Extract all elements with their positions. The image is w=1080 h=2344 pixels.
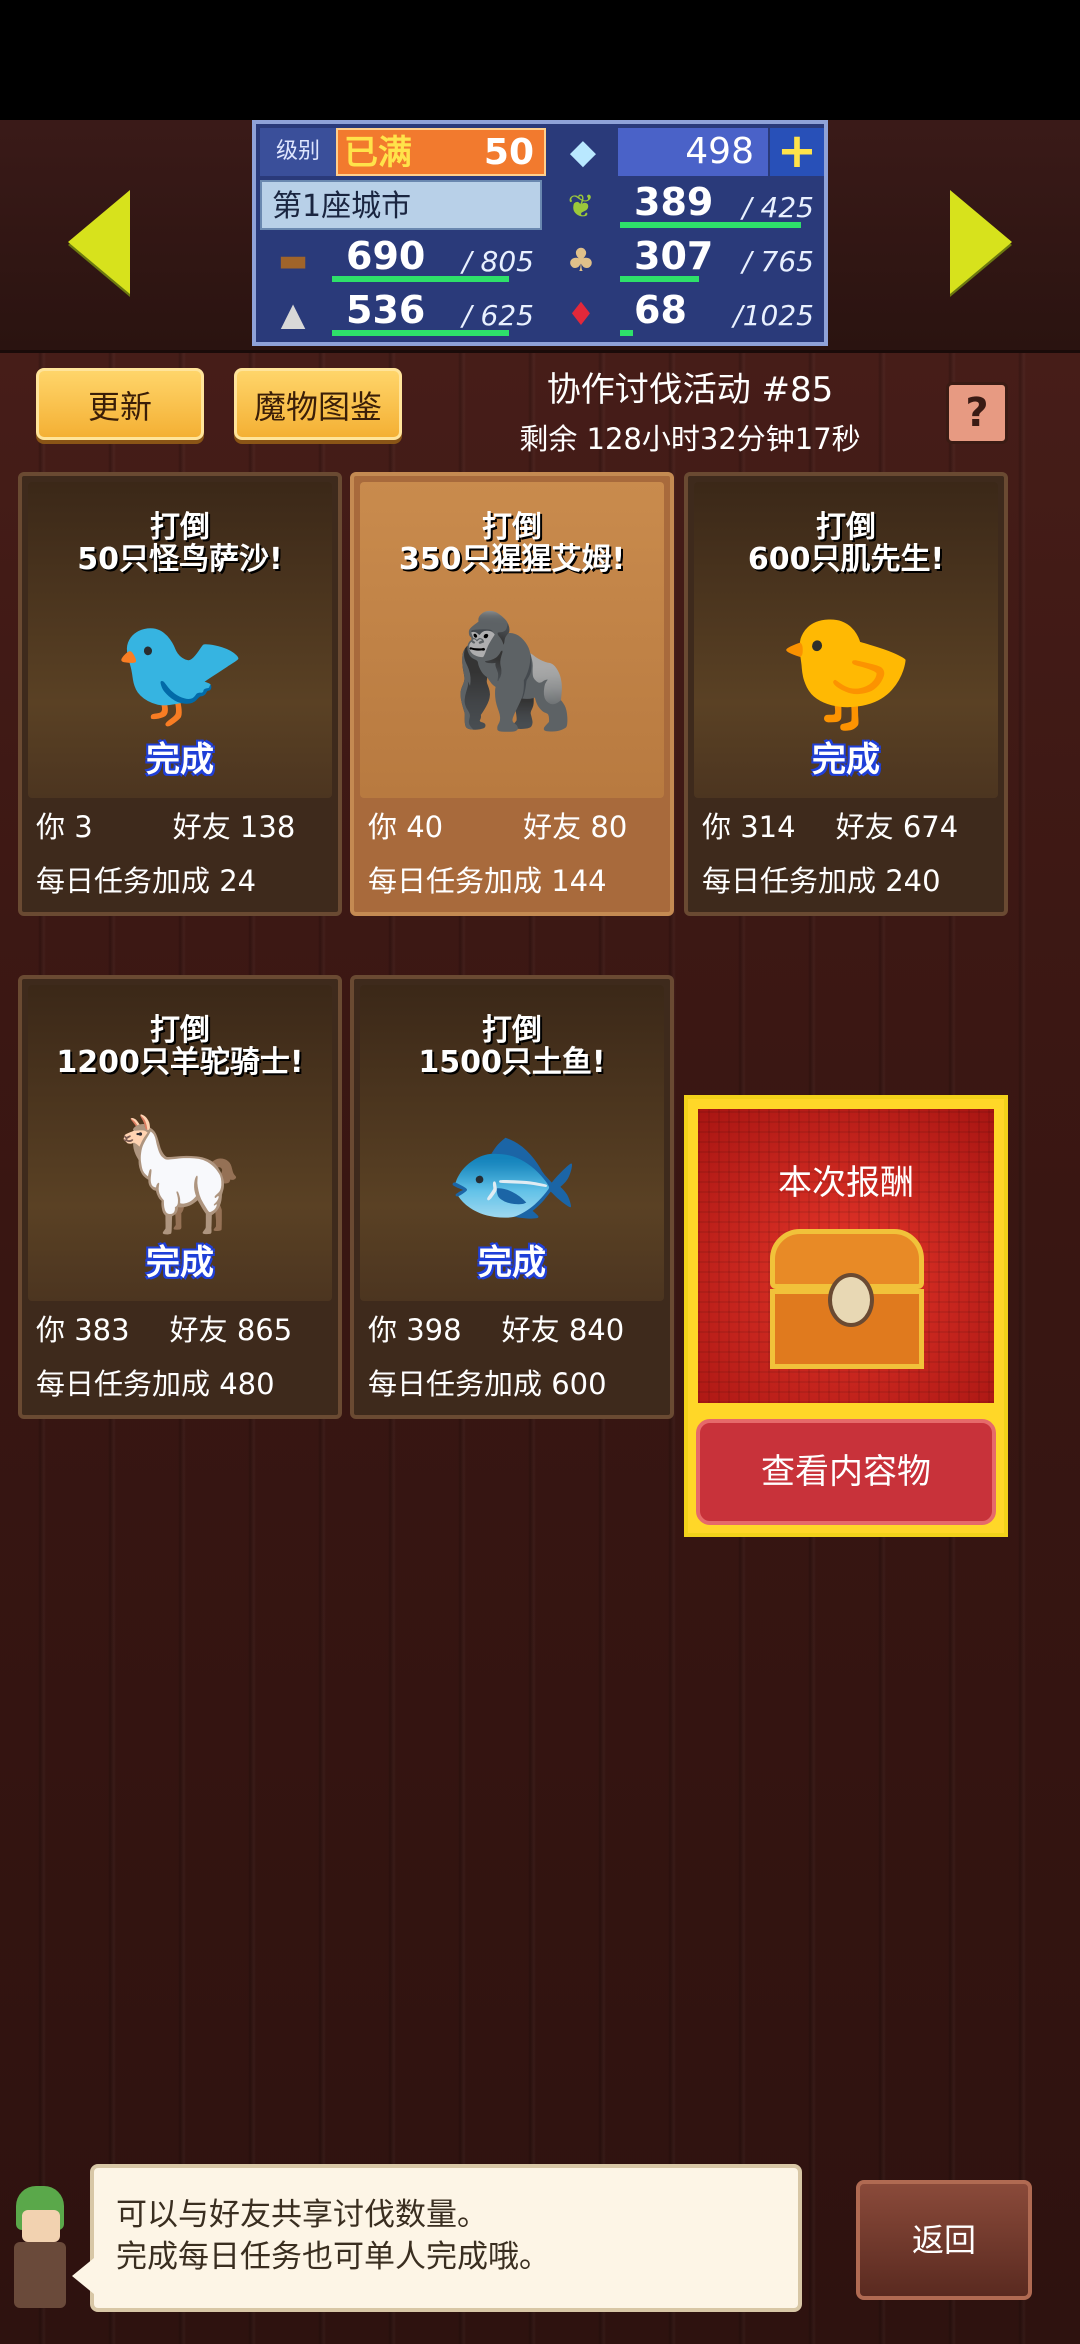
mission-card-muscle[interactable]: 打倒 600只肌先生! 🐤 完成 你 314 好友 674 每日任务加成 240 [684,472,1008,916]
event-timer: 剩余 128小时32分钟17秒 [519,422,861,456]
diamond-icon: ◆ [569,132,597,172]
daily-bonus: 每日任务加成 480 [36,1367,275,1401]
hint-line-2: 完成每日任务也可单人完成哦。 [116,2239,550,2275]
bird-monster-icon: 🐦 [111,607,249,735]
city-name: 第1座城市 [260,180,542,230]
daily-bonus: 每日任务加成 144 [368,864,607,898]
mission-title: 打倒 350只猩猩艾姆! [398,510,626,577]
kill-counts: 你 3 好友 138 [36,810,296,844]
mission-card-mudfish[interactable]: 打倒 1500只土鱼! 🐟 完成 你 398 好友 840 每日任务加成 600 [350,975,674,1419]
mission-card-bird[interactable]: 打倒 50只怪鸟萨沙! 🐦 完成 你 3 好友 138 每日任务加成 24 [18,472,342,916]
wood-progress-bar [332,276,509,282]
hint-dialog: 可以与好友共享讨伐数量。 完成每日任务也可单人完成哦。 [72,2164,802,2312]
mission-title: 打倒 600只肌先生! [747,510,945,577]
level-box: 已满 50 [336,128,546,176]
level-label: 级别 [260,128,336,176]
help-button[interactable]: ? [946,382,1008,444]
ore-icon: ▲ [280,295,306,333]
reward-card: 本次报酬 查看内容物 [684,1095,1008,1537]
bestiary-button[interactable]: 魔物图鉴 [234,368,402,440]
mission-title: 打倒 1500只土鱼! [418,1013,606,1080]
mission-card-gorilla[interactable]: 打倒 350只猩猩艾姆! 🦍 你 40 好友 80 每日任务加成 144 [350,472,674,916]
wheat-progress-bar [620,222,801,228]
food-stat: 307 / 765 [614,234,824,286]
wood-icon: ▬ [277,241,309,279]
ruby-stat: 68 /1025 [614,288,824,340]
event-title: 协作讨伐活动 #85 [546,370,834,410]
city-stats-panel: 级别 已满 50 ◆ 498 + 第1座城市 ❦ 389 / 425 ▬ 690… [252,120,828,346]
completed-label: 完成 [146,740,214,780]
back-button[interactable]: 返回 [856,2180,1032,2300]
advisor-avatar [6,2180,76,2320]
kill-counts: 你 40 好友 80 [368,810,628,844]
ruby-icon: ♦ [566,295,596,333]
game-screen: 级别 已满 50 ◆ 498 + 第1座城市 ❦ 389 / 425 ▬ 690… [0,120,1080,2344]
kill-counts: 你 383 好友 865 [36,1313,293,1347]
kill-counts: 你 398 好友 840 [368,1313,625,1347]
level-value: 50 [483,132,534,173]
muscle-monster-icon: 🐤 [777,607,915,735]
refresh-button[interactable]: 更新 [36,368,204,440]
food-progress-bar [620,276,699,282]
treasure-chest-icon [770,1229,924,1379]
completed-label: 完成 [478,1243,546,1283]
wood-stat: 690 / 805 [326,234,544,286]
wheat-stat: 389 / 425 [614,180,824,232]
daily-bonus: 每日任务加成 240 [702,864,941,898]
view-contents-button[interactable]: 查看内容物 [696,1419,996,1525]
gorilla-monster-icon: 🦍 [443,607,581,735]
mission-title: 打倒 1200只羊驼骑士! [56,1013,304,1080]
level-max-badge: 已满 [344,133,412,173]
buy-gems-button[interactable]: + [770,127,824,176]
daily-bonus: 每日任务加成 600 [368,1367,607,1401]
ore-stat: 536 / 625 [326,288,544,340]
kill-counts: 你 314 好友 674 [702,810,959,844]
previous-city-arrow-icon[interactable] [68,190,130,294]
mudfish-monster-icon: 🐟 [443,1110,581,1238]
status-bar: 级别 已满 50 ◆ 498 + 第1座城市 ❦ 389 / 425 ▬ 690… [0,120,1080,353]
food-icon: ♣ [566,241,596,279]
gem-count: 498 [618,128,768,176]
completed-label: 完成 [146,1243,214,1283]
reward-panel: 本次报酬 [698,1109,994,1403]
completed-label: 完成 [812,740,880,780]
wheat-icon: ❦ [567,187,595,225]
mission-card-alpaca-knight[interactable]: 打倒 1200只羊驼骑士! 🦙 完成 你 383 好友 865 每日任务加成 480 [18,975,342,1419]
next-city-arrow-icon[interactable] [950,190,1012,294]
mission-title: 打倒 50只怪鸟萨沙! [77,510,283,577]
ore-progress-bar [332,330,509,336]
ruby-progress-bar [620,330,633,336]
hint-line-1: 可以与好友共享讨伐数量。 [116,2197,488,2233]
daily-bonus: 每日任务加成 24 [36,864,257,898]
alpaca-knight-monster-icon: 🦙 [111,1110,249,1238]
reward-title: 本次报酬 [778,1163,914,1203]
